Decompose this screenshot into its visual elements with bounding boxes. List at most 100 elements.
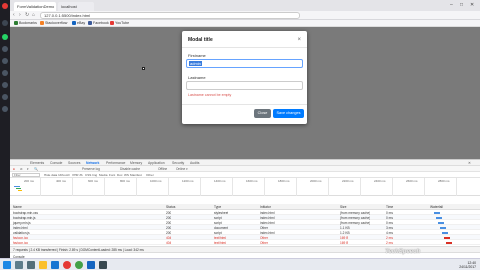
filter-type-all[interactable]: All: [66, 173, 69, 177]
filter-type-other[interactable]: Other: [146, 173, 154, 177]
bookmark-item[interactable]: Stackoverflow: [40, 21, 67, 25]
file-explorer-icon[interactable]: [39, 261, 47, 269]
column-size[interactable]: Size: [340, 205, 346, 209]
throttle-select[interactable]: Online ▾: [176, 167, 188, 171]
search-icon[interactable]: 🔍: [34, 167, 38, 171]
url-input[interactable]: [40, 12, 300, 19]
facebook-icon: [88, 21, 92, 25]
lastname-input[interactable]: [186, 81, 303, 90]
cell-time: 0 ms: [386, 220, 393, 225]
filter-type-media[interactable]: Media: [99, 173, 107, 177]
speed-dial-icon[interactable]: [2, 20, 8, 26]
extensions-icon[interactable]: [2, 82, 8, 88]
cell-name: bootstrap.min.js: [13, 215, 36, 220]
close-icon[interactable]: ×: [297, 37, 301, 43]
tab-audits[interactable]: Audits: [190, 161, 199, 165]
timeline-gridline: [296, 178, 297, 196]
filter-icon[interactable]: ▾: [27, 167, 29, 171]
maximize-icon[interactable]: □: [460, 2, 463, 8]
chrome-icon[interactable]: [75, 261, 83, 269]
back-icon[interactable]: ‹: [13, 12, 15, 18]
history-icon[interactable]: [2, 70, 8, 76]
terminal-icon[interactable]: [99, 261, 107, 269]
timeline-gridline: [424, 178, 425, 196]
search-icon[interactable]: [15, 261, 23, 269]
tab-formvalidation[interactable]: FormValidationDemo: [14, 2, 56, 11]
forward-icon[interactable]: ›: [19, 12, 21, 18]
timeline-request-bar: [14, 186, 20, 187]
tab-application[interactable]: Application: [148, 161, 165, 165]
bookmark-item[interactable]: Facebook: [88, 21, 109, 25]
filter-type-manifest[interactable]: Manifest: [130, 173, 142, 177]
filter-type-img[interactable]: Img: [92, 173, 97, 177]
taskbar-clock[interactable]: 12:40 24/11/2017: [459, 261, 476, 269]
close-window-icon[interactable]: ✕: [470, 2, 474, 8]
tab-sources[interactable]: Sources: [68, 161, 80, 165]
minimize-icon[interactable]: –: [450, 2, 453, 8]
bookmark-item[interactable]: YouTube: [110, 21, 129, 25]
store-icon[interactable]: [51, 261, 59, 269]
bookmark-item[interactable]: Bookmarks: [14, 21, 37, 25]
cell-size: (from memory cache): [340, 220, 371, 225]
column-name[interactable]: Name: [13, 205, 22, 209]
filter-type-doc[interactable]: Doc: [117, 173, 123, 177]
bookmark-item[interactable]: eBay: [72, 21, 85, 25]
clear-icon[interactable]: ⊘: [20, 167, 23, 171]
home-icon[interactable]: ⌂: [32, 12, 35, 18]
column-status[interactable]: Status: [166, 205, 175, 209]
table-row[interactable]: favicon.ico 404 text/html Other 169 B 2 ms: [10, 240, 480, 245]
filter-input[interactable]: [12, 173, 40, 177]
whatsapp-icon[interactable]: [2, 34, 8, 40]
messenger-icon[interactable]: [2, 46, 8, 52]
timeline-tick: 1400 ms: [214, 179, 226, 183]
task-view-icon[interactable]: [27, 261, 35, 269]
disable-cache-checkbox[interactable]: Disable cache: [120, 167, 140, 171]
waterfall-bar: [438, 221, 444, 224]
devtools-close-icon[interactable]: ✕: [468, 161, 471, 165]
tab-console[interactable]: Console: [50, 161, 62, 165]
filter-type-font[interactable]: Font: [109, 173, 115, 177]
settings-sidebar-icon[interactable]: [2, 106, 8, 112]
reload-icon[interactable]: ↻: [25, 12, 29, 18]
filter-type-js[interactable]: JS: [79, 173, 83, 177]
opera-icon[interactable]: [63, 261, 71, 269]
filter-type-ws[interactable]: WS: [124, 173, 129, 177]
preserve-log-checkbox[interactable]: Preserve log: [82, 167, 100, 171]
timeline-gridline: [200, 178, 201, 196]
firstname-input[interactable]: admin: [186, 59, 303, 68]
cell-time: 0 ms: [386, 215, 393, 220]
bookmarks-sidebar-icon[interactable]: [2, 58, 8, 64]
record-icon[interactable]: ●: [13, 167, 15, 171]
offline-checkbox[interactable]: Offline: [158, 167, 167, 171]
windows-start-icon[interactable]: [3, 261, 11, 269]
stackoverflow-icon: [40, 21, 44, 25]
timeline-tick: 1800 ms: [278, 179, 290, 183]
tab-performance[interactable]: Performance: [106, 161, 125, 165]
cell-time: 4 ms: [386, 230, 393, 235]
tab-localhost[interactable]: localhost: [58, 2, 94, 11]
waterfall-bar: [446, 241, 452, 244]
tab-elements[interactable]: Elements: [30, 161, 44, 165]
timeline-tick: 600 ms: [88, 179, 98, 183]
column-waterfall[interactable]: Waterfall: [430, 205, 443, 209]
filter-type-css[interactable]: CSS: [85, 173, 91, 177]
column-time[interactable]: Time: [386, 205, 393, 209]
close-button[interactable]: Close: [254, 109, 271, 118]
network-overview-timeline[interactable]: 200 ms 400 ms 600 ms 800 ms 1000 ms 1200…: [10, 178, 480, 196]
column-initiator[interactable]: Initiator: [260, 205, 271, 209]
tab-memory[interactable]: Memory: [130, 161, 142, 165]
hide-data-urls-checkbox[interactable]: Hide data URLs: [44, 173, 66, 177]
news-icon[interactable]: [2, 94, 8, 100]
save-changes-button[interactable]: Save changes: [273, 109, 304, 118]
column-type[interactable]: Type: [214, 205, 221, 209]
opera-logo-icon[interactable]: [2, 3, 8, 9]
cell-size: (from memory cache): [340, 215, 371, 220]
filter-type-xhr[interactable]: XHR: [72, 173, 79, 177]
cell-size: 169 B: [340, 240, 349, 245]
vscode-icon[interactable]: [87, 261, 95, 269]
tab-network[interactable]: Network: [86, 161, 99, 165]
timeline-tick: 2600 ms: [406, 179, 418, 183]
firstname-label: Firstname: [188, 53, 206, 58]
timeline-tick: 2400 ms: [374, 179, 386, 183]
tab-security[interactable]: Security: [172, 161, 184, 165]
